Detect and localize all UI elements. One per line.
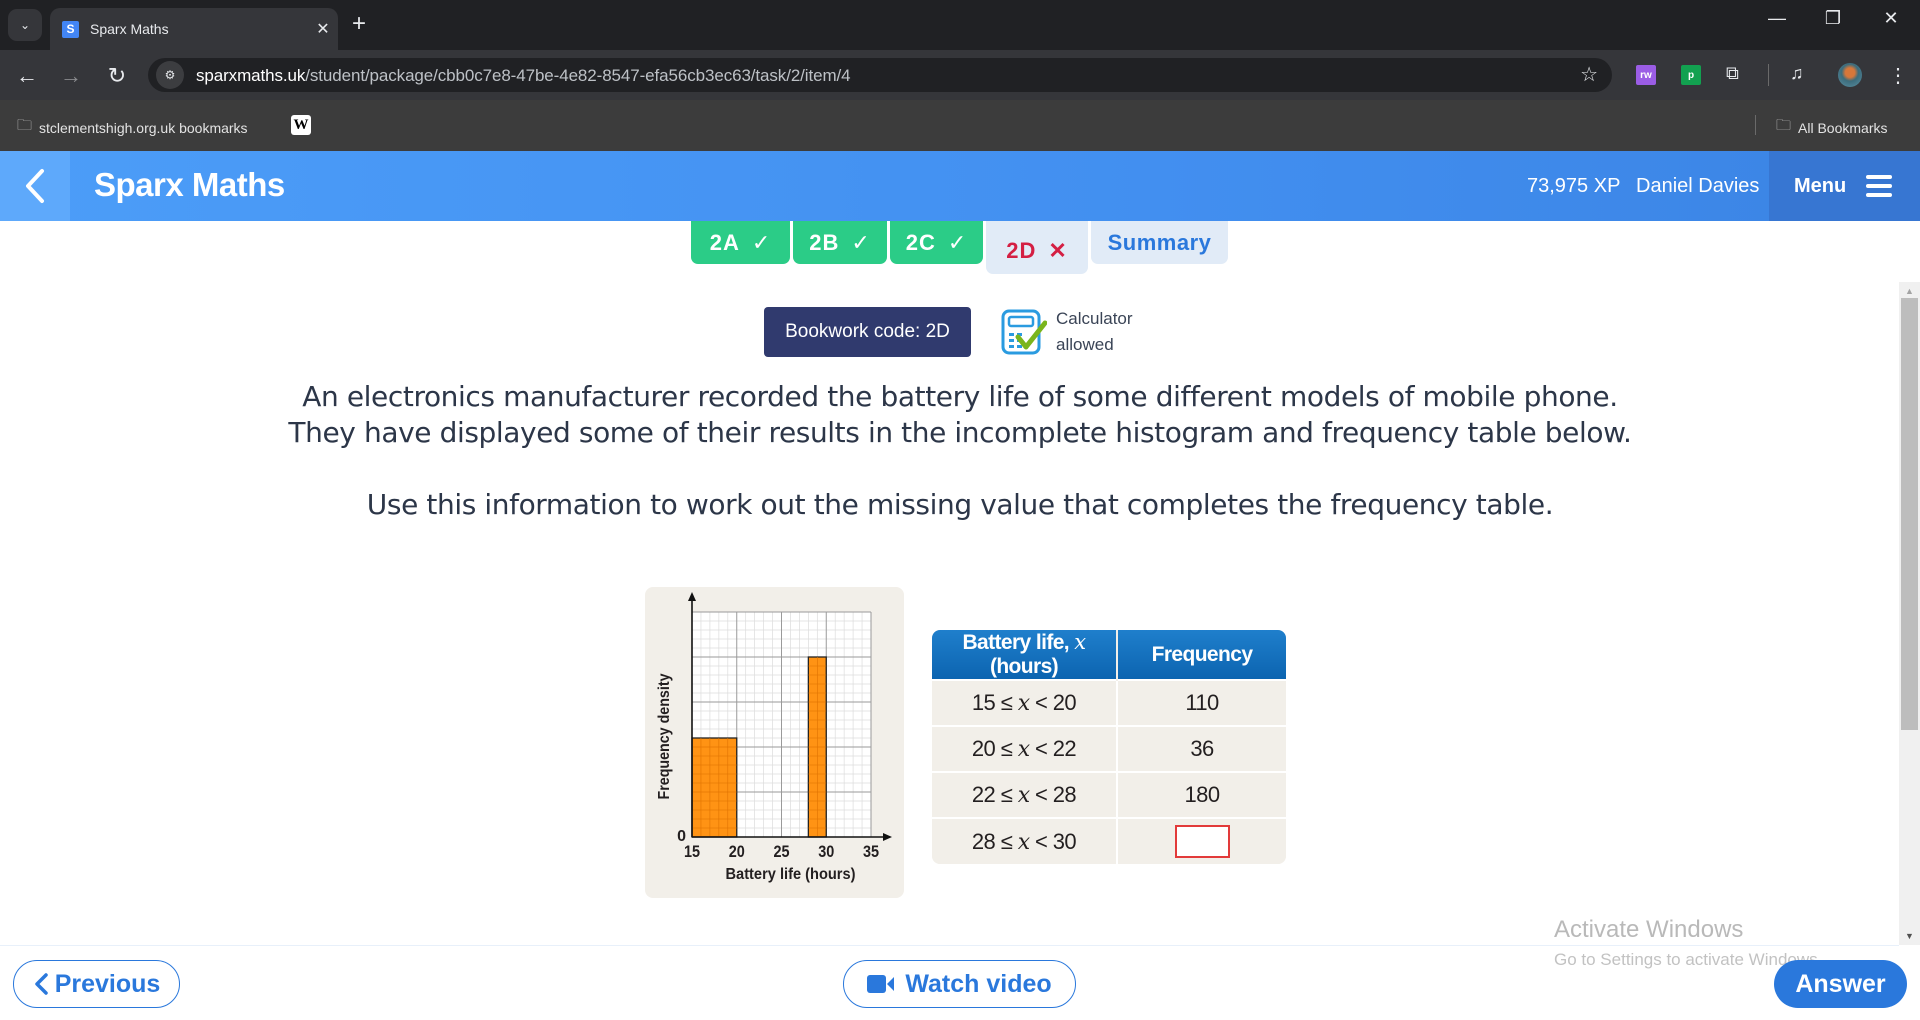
tab-search-button[interactable]: ⌄ [8,9,42,41]
previous-button[interactable]: Previous [13,960,180,1008]
bookmark-folder-stclements[interactable]: 🗀 stclementshigh.org.uk bookmarks [17,115,248,140]
tab-title: Sparx Maths [90,21,169,37]
close-tab-icon[interactable]: ✕ [308,19,338,39]
page-scrollbar[interactable]: ▲ ▼ [1899,282,1920,945]
x-axis-arrow [883,833,892,841]
back-arrow-icon[interactable]: ← [12,61,42,91]
video-camera-icon [867,975,895,993]
task-tab-2a[interactable]: 2A ✓ [691,221,790,264]
x-tick-label: 30 [818,843,834,861]
footer-divider [0,945,1899,946]
watch-video-button[interactable]: Watch video [843,960,1076,1008]
class-interval: 20 ≤ x < 22 [932,725,1118,772]
browser-toolbar: ← → ↻ ⚙ sparxmaths.uk/student/package/cb… [0,50,1920,100]
chevron-left-icon [34,973,48,995]
histogram-chart: 15 20 25 30 35 0 Battery life (hours) Frequency… [656,592,892,883]
scroll-down-arrow-icon[interactable]: ▼ [1899,931,1920,941]
check-icon: ✓ [851,229,871,255]
scrollbar-thumb[interactable] [1901,298,1918,730]
question-text-line-2: They have displayed some of their result… [288,416,1632,449]
x-tick-label: 35 [863,843,879,861]
new-tab-button[interactable]: + [352,10,366,38]
windows-watermark-title: Activate Windows [1554,916,1744,943]
x-axis-label: Battery life (hours) [726,866,856,883]
profile-avatar[interactable] [1838,63,1862,87]
bookmark-star-icon[interactable]: ☆ [1580,62,1598,87]
xp-counter: 73,975 XP [1527,175,1621,197]
table-row: 22 ≤ x < 28 180 [932,771,1286,818]
bookmarks-bar: 🗀 stclementshigh.org.uk bookmarks 🗀 All … [0,100,1920,151]
forward-arrow-icon[interactable]: → [56,61,86,91]
x-tick-label: 15 [684,843,700,861]
frequency-cell [1117,817,1286,864]
managed-folder-icon: 🗀 [17,117,33,134]
question-text-line-1: An electronics manufacturer recorded the… [302,380,1618,413]
sparx-header: Sparx Maths 73,975 XP Daniel Davies Menu [0,151,1920,221]
check-icon: ✓ [947,229,968,255]
url-text[interactable]: sparxmaths.uk/student/package/cbb0c7e8-4… [196,66,851,86]
class-interval: 15 ≤ x < 20 [932,679,1118,726]
task-tab-2b[interactable]: 2B ✓ [793,221,887,264]
x-tick-label: 20 [729,843,745,861]
user-name: Daniel Davies [1636,175,1760,197]
close-window-icon[interactable]: ✕ [1868,8,1914,29]
site-settings-icon[interactable]: ⚙ [156,61,184,89]
class-interval: 28 ≤ x < 30 [932,817,1118,864]
folder-icon: 🗀 [1776,117,1792,134]
table-row: 28 ≤ x < 30 [932,817,1286,864]
check-icon: ✓ [751,229,772,255]
chevron-down-icon: ⌄ [19,18,31,32]
calculator-allowed-icon [1001,309,1047,355]
task-tab-summary[interactable]: Summary [1091,221,1228,264]
back-button[interactable] [0,151,70,221]
browser-tab-strip: ⌄ S Sparx Maths ✕ + — ❐ ✕ [0,0,1920,50]
hamburger-icon [1866,175,1893,197]
histogram-bar [691,737,738,838]
toolbar-divider [1768,64,1769,86]
histogram-panel: 15 20 25 30 35 0 Battery life (hours) Frequency… [645,587,904,898]
reload-icon[interactable]: ↻ [102,61,132,91]
extensions-puzzle-icon[interactable]: ⧉ [1726,63,1739,84]
extension-p-icon[interactable]: p [1681,65,1701,85]
minimize-icon[interactable]: — [1754,8,1800,29]
calculator-status: Calculator allowed [1056,309,1133,354]
y-tick-label: 0 [677,828,686,845]
task-tab-2c[interactable]: 2C ✓ [890,221,983,264]
restore-icon[interactable]: ❐ [1810,8,1856,29]
y-axis-label: Frequency density [656,673,673,799]
class-interval: 22 ≤ x < 28 [932,771,1118,818]
task-tab-2d[interactable]: 2D ✕ [986,221,1088,274]
x-tick-label: 25 [773,843,789,861]
all-bookmarks-button[interactable]: 🗀 All Bookmarks [1776,115,1887,140]
missing-frequency-answer-box[interactable] [1174,825,1230,858]
y-axis-arrow [688,592,696,601]
more-options-icon[interactable]: ⋮ [1888,63,1908,88]
menu-label: Menu [1794,174,1847,197]
extension-rw-icon[interactable]: rw [1636,65,1656,85]
question-instruction: Use this information to work out the mis… [366,488,1554,521]
column-header-battery-life: Battery life, x (hours) [932,630,1118,680]
sparx-favicon-icon: S [62,20,79,38]
answer-button[interactable]: Answer [1774,960,1907,1008]
wikipedia-bookmark-icon[interactable]: W [291,115,311,135]
table-row: 20 ≤ x < 22 36 [932,725,1286,772]
frequency-cell: 110 [1117,679,1286,726]
frequency-cell: 36 [1117,725,1286,772]
bookwork-code-badge: Bookwork code: 2D [764,307,971,357]
address-bar[interactable]: ⚙ sparxmaths.uk/student/package/cbb0c7e8… [148,58,1612,92]
column-header-frequency: Frequency [1117,630,1286,680]
menu-button[interactable]: Menu [1769,151,1920,221]
frequency-table: Battery life, x (hours) Frequency 15 ≤ x… [932,630,1286,864]
media-control-icon[interactable]: ♫ [1790,63,1804,84]
browser-tab[interactable]: S Sparx Maths ✕ [50,8,338,50]
scroll-up-arrow-icon[interactable]: ▲ [1899,286,1920,296]
bookmarks-divider [1755,115,1756,135]
table-row: 15 ≤ x < 20 110 [932,679,1286,726]
sparx-logo-text[interactable]: Sparx Maths [94,166,285,204]
chevron-left-icon [26,169,44,203]
frequency-cell: 180 [1117,771,1286,818]
cross-icon: ✕ [1048,237,1068,263]
